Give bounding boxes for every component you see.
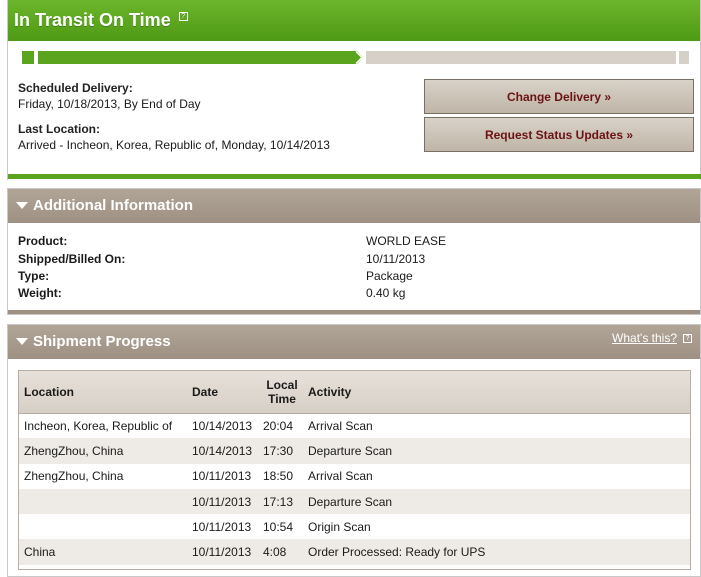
local-time-line-2: Time	[268, 391, 296, 406]
cell-date: 10/11/2013	[192, 519, 252, 534]
cell-date: 10/14/2013	[192, 443, 253, 458]
cell-date: 10/11/2013	[192, 545, 252, 560]
section-divider	[8, 310, 700, 314]
column-header-local-time: Local Time	[261, 371, 303, 414]
progress-end-cap	[679, 51, 689, 64]
shipment-progress-table: Location Date Local Time Activity Incheo…	[18, 370, 691, 570]
cell-location: ZhengZhou, China	[24, 443, 124, 458]
info-value: Package	[366, 269, 413, 283]
additional-information-section: Additional Information Product: WORLD EA…	[7, 188, 701, 315]
delivery-progress-bar	[22, 51, 689, 64]
table-row: China 10/11/2013 4:08 Order Processed: R…	[19, 539, 690, 565]
cell-activity: Arrival Scan	[308, 469, 373, 484]
info-value: 10/11/2013	[366, 252, 426, 266]
help-icon[interactable]: ?	[178, 12, 188, 21]
info-label: Product:	[18, 234, 68, 248]
table-row: ZhengZhou, China 10/14/2013 17:30 Depart…	[19, 438, 690, 464]
info-row-product: Product: WORLD EASE	[18, 234, 678, 251]
collapse-triangle-icon[interactable]	[16, 338, 28, 345]
cell-location: Incheon, Korea, Republic of	[24, 418, 173, 433]
status-title: In Transit On Time?	[14, 10, 188, 31]
table-header-row: Location Date Local Time Activity	[19, 371, 690, 414]
cell-location: China	[24, 545, 56, 560]
cell-time: 18:50	[263, 469, 294, 484]
cell-activity: Origin Scan	[308, 519, 371, 534]
status-panel: In Transit On Time? Scheduled Delivery: …	[7, 0, 701, 180]
cell-time: 10:54	[263, 519, 294, 534]
change-delivery-button[interactable]: Change Delivery »	[424, 79, 694, 114]
info-label: Shipped/Billed On:	[18, 252, 126, 266]
shipment-progress-header[interactable]: Shipment Progress What's this??	[8, 325, 700, 359]
info-row-shipped: Shipped/Billed On: 10/11/2013	[18, 252, 678, 269]
section-title: Shipment Progress	[33, 333, 171, 350]
progress-remaining	[366, 51, 676, 64]
cell-activity: Order Processed: Ready for UPS	[308, 545, 486, 560]
status-divider	[8, 174, 701, 179]
last-location-value: Arrived - Incheon, Korea, Republic of, M…	[18, 138, 330, 152]
cell-activity: Departure Scan	[308, 494, 393, 509]
cell-date: 10/11/2013	[192, 494, 252, 509]
additional-information-header[interactable]: Additional Information	[8, 189, 700, 223]
info-label: Type:	[18, 269, 50, 283]
table-row: 10/11/2013 10:54 Origin Scan	[19, 514, 690, 539]
cell-date: 10/14/2013	[192, 418, 253, 433]
status-title-text: In Transit On Time	[14, 10, 171, 30]
progress-start-cap	[22, 51, 34, 64]
progress-chevron-icon	[349, 51, 363, 64]
shipment-progress-section: Shipment Progress What's this?? Location…	[7, 324, 701, 577]
column-header-date: Date	[187, 371, 261, 414]
column-header-location: Location	[19, 371, 187, 414]
help-icon[interactable]: ?	[683, 334, 692, 343]
cell-date: 10/11/2013	[192, 469, 252, 484]
cell-time: 17:30	[263, 443, 294, 458]
info-row-type: Type: Package	[18, 269, 678, 286]
cell-time: 17:13	[263, 494, 294, 509]
request-status-updates-button[interactable]: Request Status Updates »	[424, 117, 694, 152]
section-title: Additional Information	[33, 197, 193, 214]
cell-location	[19, 489, 187, 514]
scheduled-delivery-value: Friday, 10/18/2013, By End of Day	[18, 97, 201, 111]
info-row-weight: Weight: 0.40 kg	[18, 286, 678, 303]
collapse-triangle-icon[interactable]	[16, 202, 28, 209]
cell-time: 20:04	[263, 418, 294, 433]
local-time-line-1: Local	[266, 377, 298, 392]
table-row: 10/11/2013 17:13 Departure Scan	[19, 488, 690, 515]
cell-activity: Arrival Scan	[308, 418, 373, 433]
scheduled-delivery-label: Scheduled Delivery:	[18, 81, 133, 95]
cell-location	[19, 514, 187, 539]
whats-this-link[interactable]: What's this??	[612, 331, 692, 345]
info-label: Weight:	[18, 286, 62, 300]
info-value: 0.40 kg	[366, 286, 406, 300]
table-row: Incheon, Korea, Republic of 10/14/2013 2…	[19, 413, 690, 438]
status-header: In Transit On Time?	[8, 0, 700, 41]
progress-fill	[38, 51, 351, 64]
column-header-activity: Activity	[303, 371, 690, 414]
cell-time: 4:08	[263, 545, 287, 560]
cell-location: ZhengZhou, China	[24, 469, 124, 484]
last-location-label: Last Location:	[18, 122, 101, 136]
table-row: ZhengZhou, China 10/11/2013 18:50 Arriva…	[19, 464, 690, 489]
cell-activity: Departure Scan	[308, 443, 393, 458]
whats-this-text[interactable]: What's this?	[612, 331, 677, 345]
info-value: WORLD EASE	[366, 234, 447, 248]
